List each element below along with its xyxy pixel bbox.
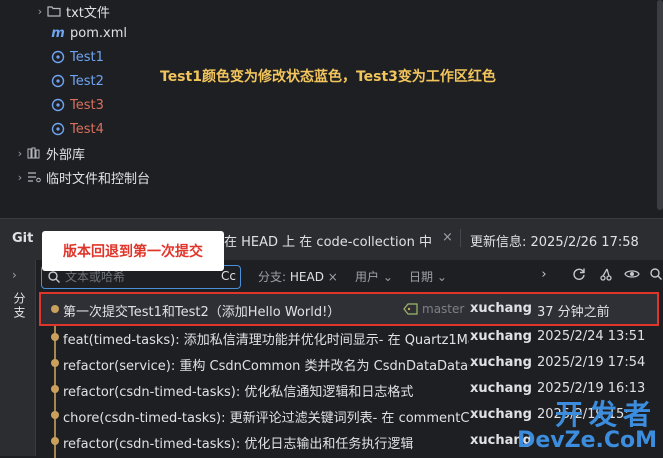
tree-item-label: 临时文件和控制台	[46, 171, 151, 187]
commit-date: 2025/2/19 16:13	[537, 381, 646, 396]
java-class-icon	[50, 121, 66, 137]
branch-filter-value: HEAD	[289, 270, 324, 284]
close-icon[interactable]: ×	[328, 270, 338, 284]
user-filter-label: 用户	[355, 270, 380, 284]
watermark-logo: 开发者 DevZe.CoM	[517, 400, 657, 452]
commit-message: refactor(service): 重构 CsdnCommon 类并改名为 C…	[63, 359, 469, 374]
commit-message: 第一次提交Test1和Test2（添加Hello World!）	[63, 305, 341, 320]
commit-row[interactable]: refactor(service): 重构 CsdnCommon 类并改名为 C…	[37, 350, 663, 376]
callout-label: 版本回退到第一次提交	[42, 231, 224, 271]
match-case-toggle[interactable]: Cc	[221, 269, 236, 283]
folder-icon	[46, 3, 62, 19]
commit-author: xuchang	[470, 301, 532, 316]
date-filter-label: 日期	[409, 270, 434, 284]
chevron-right-icon[interactable]: ›	[14, 171, 26, 184]
tree-item-label: txt文件	[66, 5, 110, 21]
commit-message: chore(csdn-timed-tasks): 更新评论过滤关键词列表- 在 …	[63, 411, 469, 426]
branch-tag-label: master	[422, 302, 465, 316]
commit-author: xuchang	[470, 329, 532, 344]
tree-item-scratches[interactable]: › 临时文件和控制台	[14, 166, 150, 188]
cherry-pick-icon[interactable]	[597, 267, 615, 285]
chevron-down-icon: ⌄	[382, 270, 393, 284]
commit-dot	[51, 305, 59, 313]
user-filter[interactable]: 用户 ⌄	[355, 268, 393, 285]
tree-item-label: Test1	[70, 49, 104, 65]
commit-dot	[51, 333, 59, 341]
commit-author: xuchang	[470, 355, 532, 370]
chevron-right-icon[interactable]: ›	[12, 268, 17, 282]
tag-icon	[403, 303, 418, 315]
tree-item-label: Test2	[70, 73, 104, 89]
tree-item-test4[interactable]: Test4	[50, 118, 104, 140]
commit-message: feat(timed-tasks): 添加私信清理功能并优化时间显示- 在 Qu…	[63, 333, 469, 348]
tree-item-label: Test3	[70, 97, 104, 113]
maven-icon: m	[51, 25, 65, 41]
commit-date: 2025/2/19 17:54	[537, 355, 646, 370]
tree-item-test3[interactable]: Test3	[50, 94, 104, 116]
search-icon	[48, 271, 60, 283]
search-input[interactable]	[65, 270, 205, 284]
java-class-icon	[50, 49, 66, 65]
commit-date: 37 分钟之前	[537, 305, 610, 320]
tree-item-label: Test4	[70, 121, 104, 137]
chevron-right-icon[interactable]: ›	[14, 147, 26, 160]
branch-tag: master	[403, 302, 464, 316]
eye-icon[interactable]	[623, 267, 641, 285]
java-class-icon	[50, 73, 66, 89]
branches-toggle[interactable]: 分支	[11, 292, 28, 320]
library-icon	[26, 145, 42, 161]
tree-item-pom[interactable]: m pom.xml	[50, 22, 127, 44]
update-info: 更新信息: 2025/2/26 17:58	[470, 235, 639, 250]
tree-item-label: pom.xml	[70, 25, 127, 41]
commit-author: xuchang	[470, 381, 532, 396]
tree-scrollbar[interactable]	[657, 0, 663, 210]
chevron-right-icon[interactable]: ›	[34, 5, 46, 18]
commit-dot	[51, 437, 59, 445]
head-info: 在 HEAD 上 在 code-collection 中	[224, 235, 432, 250]
scratch-icon	[26, 169, 42, 185]
commit-row-selected[interactable]: 第一次提交Test1和Test2（添加Hello World!） master …	[39, 292, 659, 326]
tree-item-test1[interactable]: Test1	[50, 46, 104, 68]
commit-dot	[51, 411, 59, 419]
close-icon[interactable]: ×	[442, 230, 453, 245]
tree-item-external-libraries[interactable]: › 外部库	[14, 142, 85, 164]
commit-date: 2025/2/24 13:51	[537, 329, 646, 344]
tree-item-txt-folder[interactable]: › txt文件	[34, 0, 110, 22]
commit-row[interactable]: feat(timed-tasks): 添加私信清理功能并优化时间显示- 在 Qu…	[37, 324, 663, 350]
git-tab-title[interactable]: Git	[12, 231, 33, 246]
tree-item-label: 外部库	[46, 147, 86, 163]
watermark-line1: 开发者	[554, 398, 657, 431]
commit-dot	[51, 385, 59, 393]
chevron-down-icon: ⌄	[436, 270, 447, 284]
commit-dot	[51, 359, 59, 367]
watermark-line2: DevZe.CoM	[517, 428, 657, 453]
annotation-text: Test1颜色变为修改状态蓝色，Test3变为工作区红色	[160, 69, 496, 85]
java-class-icon	[50, 97, 66, 113]
date-filter[interactable]: 日期 ⌄	[409, 268, 447, 285]
branch-filter[interactable]: 分支: HEAD ×	[258, 268, 338, 285]
divider	[460, 229, 461, 247]
branch-filter-label: 分支:	[258, 270, 287, 284]
chevron-right-icon[interactable]: ›	[535, 267, 553, 285]
search-icon[interactable]	[647, 267, 663, 285]
tree-item-test2[interactable]: Test2	[50, 70, 104, 92]
project-tree: › txt文件 m pom.xml Test1 Test2 Test3 Test…	[0, 0, 663, 216]
refresh-icon[interactable]	[570, 267, 588, 285]
commit-message: refactor(csdn-timed-tasks): 优化私信通知逻辑和日志格…	[63, 385, 414, 400]
commit-message: refactor(csdn-timed-tasks): 优化日志输出和任务执行逻…	[63, 437, 414, 452]
branches-strip: › 分支	[0, 260, 36, 456]
